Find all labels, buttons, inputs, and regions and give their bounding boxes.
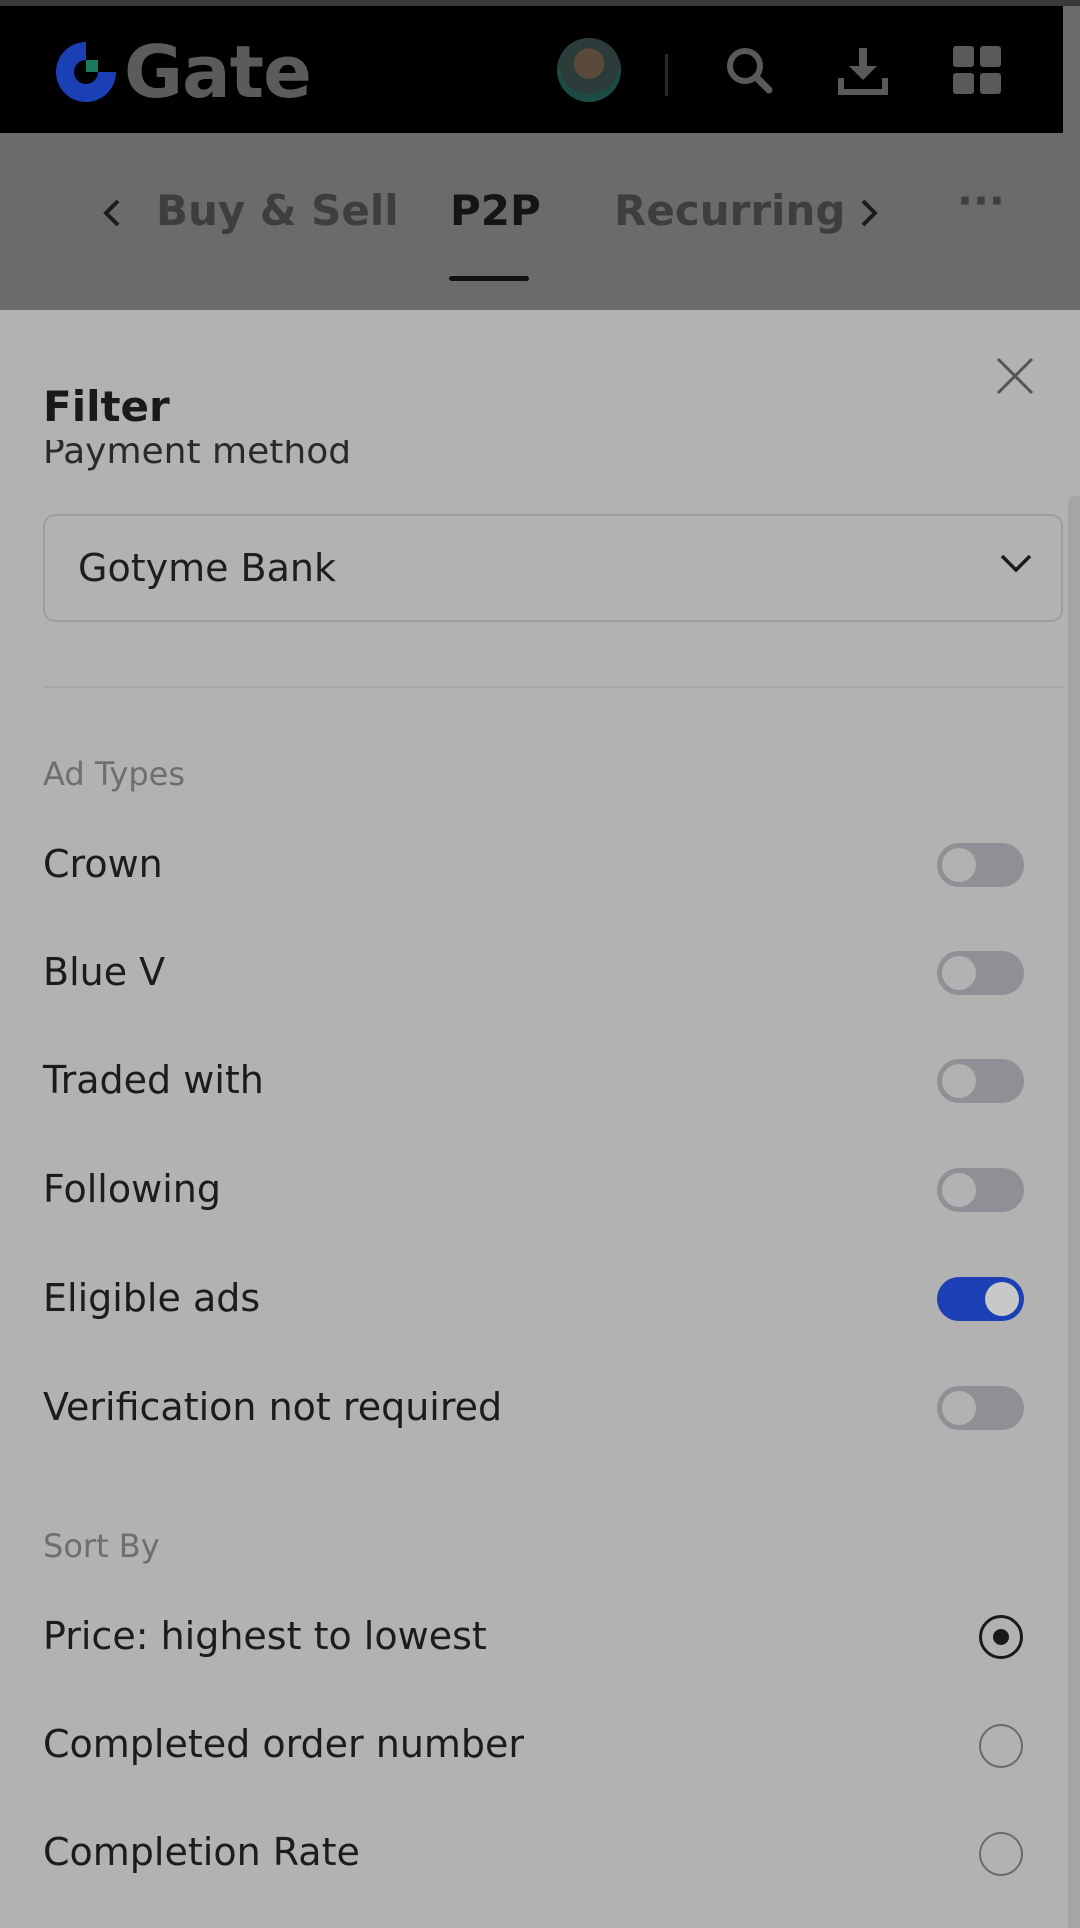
ad-type-crown-toggle[interactable] bbox=[937, 843, 1024, 887]
ad-type-eligible-ads-toggle[interactable] bbox=[937, 1277, 1024, 1321]
sort-option-price-radio[interactable] bbox=[979, 1615, 1023, 1659]
sort-option-completion-rate-radio[interactable] bbox=[979, 1832, 1023, 1876]
chevron-down-icon bbox=[999, 552, 1033, 578]
payment-method-value: Gotyme Bank bbox=[78, 546, 337, 590]
close-icon[interactable] bbox=[994, 355, 1036, 397]
ad-type-eligible-ads-label: Eligible ads bbox=[43, 1276, 261, 1320]
toggle-knob bbox=[942, 1173, 976, 1207]
apps-grid-icon[interactable] bbox=[951, 44, 1003, 96]
toggle-knob bbox=[985, 1282, 1019, 1316]
ad-type-following-label: Following bbox=[43, 1167, 221, 1211]
sort-option-completed-orders-label: Completed order number bbox=[43, 1722, 525, 1766]
tab-bar: Buy & Sell P2P Recurring B ··· bbox=[0, 133, 1063, 310]
header-divider bbox=[665, 54, 668, 96]
logo-text: Gate bbox=[124, 30, 312, 114]
toggle-knob bbox=[942, 956, 976, 990]
ad-type-verification-not-required-label: Verification not required bbox=[43, 1385, 503, 1429]
toggle-knob bbox=[942, 848, 976, 882]
ad-type-traded-with-toggle[interactable] bbox=[937, 1059, 1024, 1103]
tab-scroll-right-icon[interactable] bbox=[853, 193, 883, 233]
tab-recurring[interactable]: Recurring B bbox=[614, 183, 842, 239]
top-header: Gate bbox=[0, 6, 1063, 133]
section-divider bbox=[43, 686, 1063, 688]
sheet-scrollbar[interactable] bbox=[1068, 496, 1080, 1928]
sort-by-label: Sort By bbox=[43, 1527, 160, 1565]
sort-option-completion-rate-label: Completion Rate bbox=[43, 1830, 360, 1874]
filter-title: Filter bbox=[43, 382, 170, 431]
payment-method-label: Payment method bbox=[43, 440, 352, 472]
toggle-knob bbox=[942, 1064, 976, 1098]
ad-type-crown-label: Crown bbox=[43, 842, 163, 886]
ad-type-traded-with-label: Traded with bbox=[43, 1058, 264, 1102]
ad-type-blue-v-label: Blue V bbox=[43, 950, 166, 994]
gate-logo[interactable]: Gate bbox=[52, 30, 312, 114]
active-tab-indicator bbox=[449, 276, 529, 281]
ad-type-blue-v-toggle[interactable] bbox=[937, 951, 1024, 995]
sort-option-completed-orders-radio[interactable] bbox=[979, 1724, 1023, 1768]
search-icon[interactable] bbox=[723, 44, 775, 96]
payment-method-select[interactable]: Gotyme Bank bbox=[43, 514, 1063, 622]
avatar[interactable] bbox=[557, 38, 621, 102]
download-icon[interactable] bbox=[837, 44, 889, 96]
tab-scroll-left-icon[interactable] bbox=[98, 193, 128, 233]
payment-method-label-wrap: Payment method bbox=[43, 440, 643, 488]
sort-option-price-label: Price: highest to lowest bbox=[43, 1614, 487, 1658]
gate-logo-mark-icon bbox=[56, 42, 116, 102]
more-tabs-icon[interactable]: ··· bbox=[957, 173, 1005, 229]
toggle-knob bbox=[942, 1391, 976, 1425]
page-scrollbar bbox=[1063, 6, 1080, 310]
ad-type-following-toggle[interactable] bbox=[937, 1168, 1024, 1212]
tab-p2p[interactable]: P2P bbox=[450, 183, 541, 239]
tab-buy-sell[interactable]: Buy & Sell bbox=[156, 183, 399, 239]
radio-dot bbox=[993, 1629, 1009, 1645]
ad-type-verification-not-required-toggle[interactable] bbox=[937, 1386, 1024, 1430]
ad-types-label: Ad Types bbox=[43, 755, 185, 793]
